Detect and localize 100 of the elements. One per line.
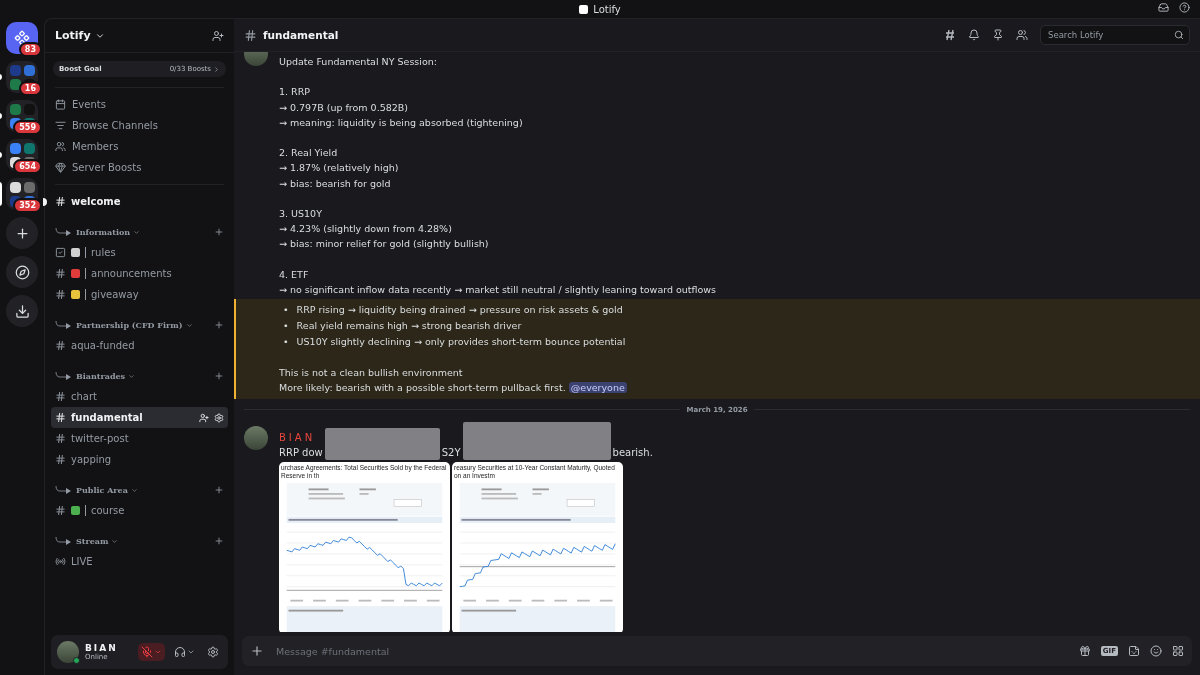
invite-icon[interactable] xyxy=(199,412,209,423)
compass-icon xyxy=(14,264,30,280)
message-text: → meaning: liquidity is being absorbed (tightening) xyxy=(279,115,524,130)
threads-icon[interactable] xyxy=(944,29,956,41)
invite-icon[interactable] xyxy=(212,29,224,42)
unread-badge: 654 xyxy=(13,159,42,174)
hash-icon xyxy=(55,433,66,444)
add-channel-icon[interactable] xyxy=(214,536,224,546)
hash-icon xyxy=(55,454,66,465)
caret-icon xyxy=(128,372,136,380)
chevron-icon xyxy=(213,65,220,73)
category-header[interactable]: Stream xyxy=(51,531,228,551)
add-channel-icon[interactable] xyxy=(214,227,224,237)
unread-badge: 83 xyxy=(18,42,42,57)
category-header[interactable]: Partnership (CFD Firm) xyxy=(51,315,228,335)
discover-button[interactable] xyxy=(6,256,38,288)
server-menu-link[interactable]: Browse Channels xyxy=(51,115,228,136)
message-text: Update Fundamental NY Session: xyxy=(279,55,438,69)
list-icon xyxy=(55,120,66,131)
channel-item[interactable]: rules xyxy=(51,242,228,263)
checkbox-icon xyxy=(55,247,66,258)
settings-icon xyxy=(207,646,219,658)
hash-icon xyxy=(55,196,66,207)
channel-item[interactable]: fundamental xyxy=(51,407,228,428)
user-avatar[interactable] xyxy=(244,425,268,450)
add-channel-icon[interactable] xyxy=(214,320,224,330)
plus-icon xyxy=(14,225,30,241)
gift-icon[interactable] xyxy=(1078,645,1091,657)
message-text: RRP dow xyxy=(279,445,323,460)
caret-icon xyxy=(111,537,119,545)
channel-item[interactable]: course xyxy=(51,500,228,521)
category-header[interactable]: Biantrades xyxy=(51,366,228,386)
category-header[interactable]: Information xyxy=(51,222,228,242)
inbox-icon[interactable] xyxy=(1158,2,1169,13)
server-menu-link[interactable]: Members xyxy=(51,136,228,157)
bullet-marker: • xyxy=(283,319,289,334)
unread-badge: 559 xyxy=(13,120,42,135)
bullet-text: Real yield remains high → strong bearish driver xyxy=(296,319,522,334)
message-input[interactable]: Message #fundamental xyxy=(274,644,1069,658)
message-author[interactable]: BIAN xyxy=(279,431,316,443)
online-status-dot xyxy=(73,657,80,664)
bell-icon[interactable] xyxy=(968,29,980,41)
attach-icon[interactable] xyxy=(250,644,264,658)
app-logo-icon xyxy=(579,4,589,14)
members-icon[interactable] xyxy=(1016,29,1028,41)
caret-icon xyxy=(185,321,193,329)
message-text: S2Y xyxy=(441,445,461,460)
hash-icon xyxy=(55,268,66,279)
channel-item[interactable]: aqua-funded xyxy=(51,335,228,356)
caret-icon xyxy=(154,648,162,656)
gem-icon xyxy=(55,162,66,173)
message-text: → bias: minor relief for gold (slightly bullish) xyxy=(279,237,490,252)
emoji-picker-icon[interactable] xyxy=(1150,645,1162,657)
unread-badge: 16 xyxy=(18,81,42,96)
user-avatar[interactable] xyxy=(57,641,79,663)
hash-icon xyxy=(55,289,66,300)
bullet-text: RRP rising → liquidity being drained → pressure on risk assets & gold xyxy=(296,303,623,318)
message-text: 2. Real Yield xyxy=(279,146,339,161)
channel-title: fundamental xyxy=(263,29,340,41)
caret-icon xyxy=(187,648,195,656)
message-text: 1. RRP xyxy=(279,85,311,100)
muted-mic-icon xyxy=(141,646,153,658)
server-menu-link[interactable]: Server Boosts xyxy=(51,157,228,178)
help-icon[interactable] xyxy=(1179,2,1190,13)
channel-item[interactable]: giveaway xyxy=(51,284,228,305)
message-text: bearish. xyxy=(612,445,653,460)
channel-item[interactable]: twitter-post xyxy=(51,428,228,449)
search-box[interactable]: Search Lotify xyxy=(1040,25,1190,45)
mute-button[interactable] xyxy=(138,643,165,661)
add-channel-icon[interactable] xyxy=(214,371,224,381)
bullet-text: US10Y slightly declining → only provides short-term bounce potential xyxy=(296,335,626,350)
apps-icon[interactable] xyxy=(1172,645,1184,657)
caret-icon xyxy=(133,228,141,236)
stage-icon xyxy=(55,556,66,567)
branch-arrow-icon xyxy=(55,486,73,494)
search-field[interactable]: Search Lotify xyxy=(1046,29,1174,41)
server-name[interactable]: Lotify xyxy=(55,29,105,42)
channel-item[interactable]: chart xyxy=(51,386,228,407)
sticker-icon[interactable] xyxy=(1128,645,1140,657)
search-icon[interactable] xyxy=(1174,30,1184,40)
message-text: → no significant inflow data recently → market still neutral / slightly leaning toward outflows xyxy=(279,283,718,297)
hash-icon xyxy=(55,340,66,351)
channel-item[interactable]: yapping xyxy=(51,449,228,470)
channel-item[interactable]: welcome xyxy=(51,191,228,212)
add-channel-icon[interactable] xyxy=(214,485,224,495)
channel-item[interactable]: announcements xyxy=(51,263,228,284)
settings-icon[interactable] xyxy=(214,412,224,423)
headphones-icon xyxy=(174,646,186,658)
mention-link[interactable]: @everyone xyxy=(568,382,627,394)
category-header[interactable]: Public Area xyxy=(51,480,228,500)
add-server-button[interactable] xyxy=(6,217,38,249)
caret-icon xyxy=(130,486,138,494)
server-menu-link[interactable]: Events xyxy=(51,94,228,115)
hash-icon xyxy=(55,505,66,516)
username: BIAN xyxy=(85,643,119,653)
download-button[interactable] xyxy=(6,295,38,327)
channel-item[interactable]: LIVE xyxy=(51,551,228,572)
pin-icon[interactable] xyxy=(992,29,1004,41)
message-text: → 4.23% (slightly down from 4.28%) xyxy=(279,222,453,237)
unread-indicator xyxy=(43,198,47,206)
